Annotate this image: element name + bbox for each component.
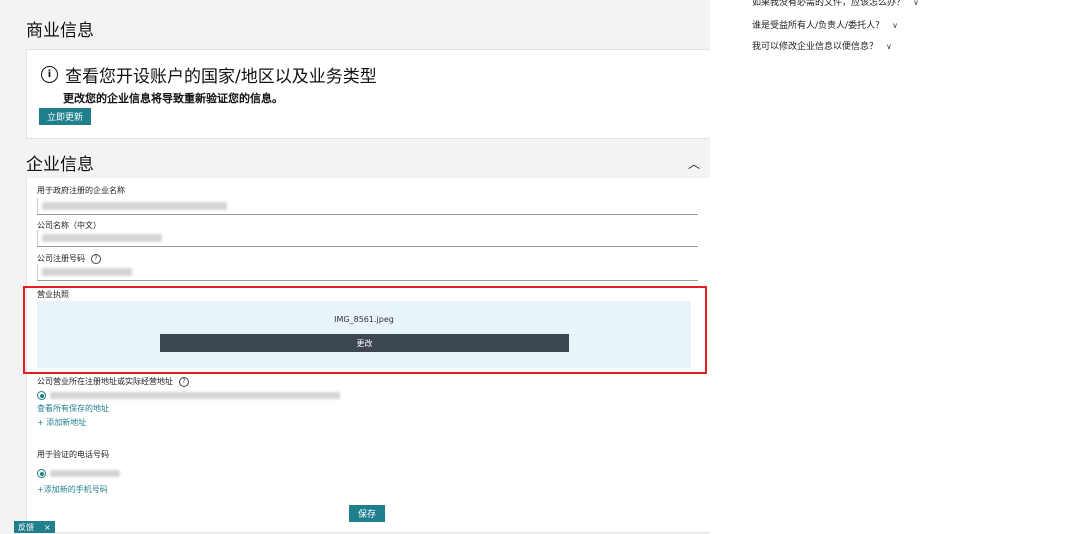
faq-item-text: 谁是受益所有人/负责人/委托人？ xyxy=(752,21,885,31)
chevron-up-icon[interactable]: ︿ xyxy=(688,155,700,172)
reg-number-label-text: 公司注册号码 xyxy=(37,254,85,263)
address-value xyxy=(50,392,340,399)
field-label-reg-number: 公司注册号码 ? xyxy=(37,253,101,264)
close-icon[interactable]: × xyxy=(44,523,51,532)
faq-sidebar: 如果我没有必需的文件，应该怎么办？ ∨ 谁是受益所有人/负责人/委托人？ ∨ 我可以… xyxy=(710,0,1080,534)
reg-number-input[interactable] xyxy=(37,264,698,281)
business-notice-card: i 查看您开设账户的国家/地区以及业务类型 更改您的企业信息将导致重新验证您的信… xyxy=(26,49,712,139)
faq-item-text: 如果我没有必需的文件，应该怎么办？ xyxy=(752,0,906,8)
address-label-text: 公司营业所在注册地址或实际经营地址 xyxy=(37,377,173,386)
cn-name-input[interactable] xyxy=(37,230,698,247)
company-info-title: 企业信息 xyxy=(26,155,94,175)
chevron-down-icon: ∨ xyxy=(913,0,919,7)
view-addresses-link[interactable]: 查看所有保存的地址 xyxy=(37,403,109,414)
gov-name-input[interactable] xyxy=(37,198,698,215)
field-label-gov-name: 用于政府注册的企业名称 xyxy=(37,186,125,195)
notice-subtitle: 更改您的企业信息将导致重新验证您的信息。 xyxy=(63,92,283,105)
feedback-toast[interactable]: 反馈 × xyxy=(14,521,55,533)
help-icon[interactable]: ? xyxy=(91,253,101,264)
business-info-title: 商业信息 xyxy=(26,21,94,41)
highlight-box xyxy=(23,286,707,374)
faq-item-required-docs[interactable]: 如果我没有必需的文件，应该怎么办？ ∨ xyxy=(752,0,919,8)
address-label: 公司营业所在注册地址或实际经营地址 ? xyxy=(37,376,189,387)
chevron-down-icon: ∨ xyxy=(886,42,892,51)
add-address-link[interactable]: + 添加新地址 xyxy=(37,417,86,428)
main-panel: 商业信息 i 查看您开设账户的国家/地区以及业务类型 更改您的企业信息将导致重新… xyxy=(0,0,712,534)
info-icon: i xyxy=(41,66,58,83)
address-radio[interactable] xyxy=(37,391,46,400)
chevron-down-icon: ∨ xyxy=(892,21,898,30)
faq-item-edit-info[interactable]: 我可以修改企业信息以便信息？ ∨ xyxy=(752,39,892,52)
update-now-button[interactable]: 立即更新 xyxy=(39,108,91,125)
phone-radio[interactable] xyxy=(37,469,46,478)
notice-title-text: 查看您开设账户的国家/地区以及业务类型 xyxy=(65,67,377,87)
faq-item-beneficial-owner[interactable]: 谁是受益所有人/负责人/委托人？ ∨ xyxy=(752,18,898,31)
add-phone-link[interactable]: +添加新的手机号码 xyxy=(37,484,108,495)
feedback-label: 反馈 xyxy=(18,522,34,532)
phone-label: 用于验证的电话号码 xyxy=(37,450,109,459)
save-button[interactable]: 保存 xyxy=(349,505,385,522)
help-icon[interactable]: ? xyxy=(179,376,189,387)
notice-title: i 查看您开设账户的国家/地区以及业务类型 xyxy=(41,62,377,87)
phone-value xyxy=(50,470,120,477)
faq-item-text: 我可以修改企业信息以便信息？ xyxy=(752,42,879,52)
